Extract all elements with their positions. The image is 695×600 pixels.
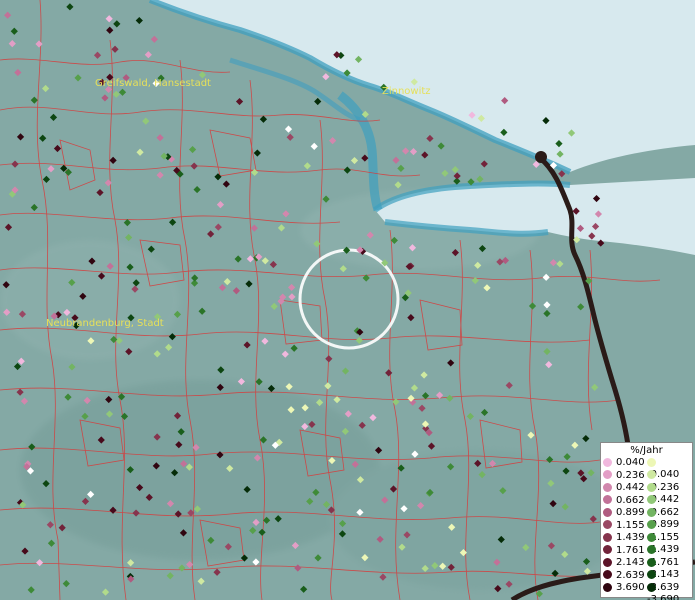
legend-item-pos: 0.662	[603, 495, 645, 507]
legend-label: 0.662	[616, 494, 645, 506]
place-label-neubrandenburg: Neubrandenburg, Stadt	[46, 318, 164, 329]
map-layer	[0, 0, 695, 600]
map-canvas[interactable]: Greifswald, Hansestadt Zinnowitz Neubran…	[0, 0, 695, 600]
legend-swatch	[647, 582, 656, 592]
legend-swatch	[603, 470, 612, 479]
legend-swatch	[603, 457, 612, 467]
legend-swatch	[647, 570, 656, 579]
legend-swatch	[647, 495, 656, 504]
legend-item-neg: -1.155	[647, 520, 692, 543]
border-marker	[535, 151, 547, 163]
legend-item-pos: 1.761	[603, 545, 645, 557]
legend-item-neg: -0.662	[647, 495, 692, 518]
legend-label: 1.761	[616, 544, 645, 556]
legend-item-neg: -0.040	[647, 457, 692, 480]
legend-label: 1.439	[616, 532, 645, 543]
legend-label: 2.143	[616, 557, 645, 568]
legend-label: 3.690	[616, 582, 645, 593]
legend-swatch	[603, 545, 612, 554]
legend-swatch	[647, 557, 656, 567]
legend: %/Jahr 0.040 0.236 0.442 0.662 0.899 1.155 1.4…	[600, 442, 693, 600]
legend-swatch	[603, 557, 612, 567]
legend-item-neg: -0.236	[647, 470, 692, 493]
legend-swatch	[647, 507, 656, 517]
legend-item-pos: 0.236	[603, 470, 645, 482]
legend-swatch	[647, 482, 656, 492]
legend-swatch	[647, 545, 656, 554]
legend-item-pos: 1.439	[603, 532, 645, 544]
legend-swatch	[603, 495, 612, 504]
legend-item-neg: -0.442	[647, 482, 692, 505]
legend-swatch	[603, 520, 612, 529]
legend-label: 0.442	[616, 482, 645, 493]
legend-item-neg: -2.639	[647, 570, 692, 593]
legend-item-pos: 0.442	[603, 482, 645, 494]
legend-swatch	[603, 532, 612, 542]
legend-item-neg: -0.899	[647, 507, 692, 530]
legend-item-pos: 3.690	[603, 582, 645, 594]
legend-label: 0.899	[616, 507, 645, 518]
legend-item-neg: -1.761	[647, 545, 692, 568]
legend-item-pos: 2.639	[603, 570, 645, 582]
place-label-greifswald: Greifswald, Hansestadt	[95, 78, 211, 89]
legend-item-pos: 1.155	[603, 520, 645, 532]
legend-swatch	[603, 482, 612, 492]
legend-item-pos: 0.899	[603, 507, 645, 519]
legend-label: 2.639	[616, 569, 645, 581]
legend-swatch	[603, 570, 612, 579]
place-label-zinnowitz: Zinnowitz	[382, 86, 431, 97]
legend-item-neg: -2.143	[647, 557, 692, 580]
legend-swatch	[603, 507, 612, 517]
legend-swatch	[647, 520, 656, 529]
legend-item-neg: -3.690	[647, 582, 692, 600]
legend-item-neg: -1.439	[647, 532, 692, 555]
legend-swatch	[603, 582, 612, 592]
legend-swatch	[647, 457, 656, 467]
legend-title: %/Jahr	[630, 445, 663, 456]
legend-label: -3.690	[647, 594, 680, 600]
legend-item-pos: 0.040	[603, 457, 645, 469]
legend-swatch	[647, 532, 656, 542]
legend-label: 1.155	[616, 519, 645, 531]
legend-label: 0.040	[616, 457, 645, 468]
legend-swatch	[647, 470, 656, 479]
legend-label: 0.236	[616, 469, 645, 481]
legend-item-pos: 2.143	[603, 557, 645, 569]
